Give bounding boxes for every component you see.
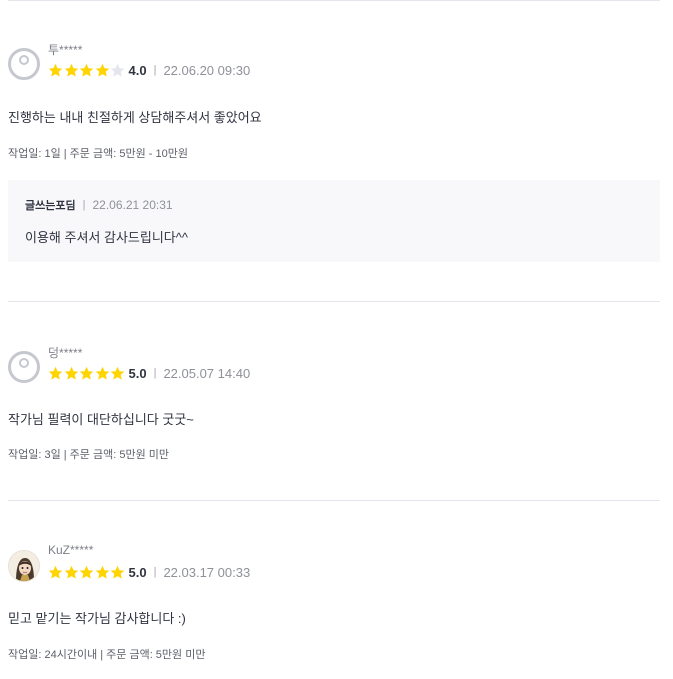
reviewer-nickname: 투***** (48, 43, 83, 57)
rating-score: 5.0 (128, 365, 147, 381)
star-icon (79, 565, 94, 580)
star-icon (79, 366, 94, 381)
review-work-detail: 작업일: 24시간이내 | 주문 금액: 5만원 미만 (8, 649, 206, 661)
meta-separator: | (82, 199, 86, 211)
meta-separator: | (153, 367, 157, 379)
reviewer-nickname: KuZ***** (48, 543, 94, 557)
star-icon (48, 366, 63, 381)
star-icon (64, 63, 79, 78)
star-icon (95, 565, 110, 580)
star-icon (64, 366, 79, 381)
review-content: 믿고 맡기는 작가님 감사합니다 :) (8, 611, 186, 626)
star-icon (95, 366, 110, 381)
star-icon (79, 63, 94, 78)
rating-stars (48, 366, 126, 381)
top-divider (8, 0, 660, 1)
review-divider (8, 500, 660, 501)
rating-score: 4.0 (128, 62, 147, 78)
review-content: 작가님 필력이 대단하십니다 굿굿~ (8, 412, 194, 427)
star-icon (48, 63, 63, 78)
meta-separator: | (153, 64, 157, 76)
review-content: 진행하는 내내 친절하게 상담해주셔서 좋았어요 (8, 110, 262, 125)
review-meta: 5.0 | 22.05.07 14:40 (48, 364, 250, 382)
star-icon (64, 565, 79, 580)
review-meta: 5.0 | 22.03.17 00:33 (48, 563, 250, 581)
review-date: 22.03.17 00:33 (163, 564, 251, 580)
star-icon (110, 565, 125, 580)
review-divider (8, 301, 660, 302)
review-work-detail: 작업일: 1일 | 주문 금액: 5만원 - 10만원 (8, 148, 188, 160)
default-avatar-icon[interactable] (8, 48, 40, 80)
meta-separator: | (153, 566, 157, 578)
seller-reply: 글쓰는포딤 | 22.06.21 20:31 이용해 주셔서 감사드립니다^^ (8, 180, 660, 262)
reply-text: 이용해 주셔서 감사드립니다^^ (25, 230, 188, 245)
review-meta: 4.0 | 22.06.20 09:30 (48, 61, 250, 79)
review-date: 22.05.07 14:40 (163, 365, 251, 381)
reply-author: 글쓰는포딤 (25, 200, 76, 212)
reviewer-nickname: 덩***** (48, 346, 83, 360)
rating-stars (48, 63, 126, 78)
user-photo-avatar[interactable] (8, 550, 40, 582)
default-avatar-icon[interactable] (8, 351, 40, 383)
rating-score: 5.0 (128, 564, 147, 580)
reply-date: 22.06.21 20:31 (92, 198, 173, 212)
star-icon (95, 63, 110, 78)
review-work-detail: 작업일: 3일 | 주문 금액: 5만원 미만 (8, 449, 169, 461)
rating-stars (48, 565, 126, 580)
reply-header: 글쓰는포딤 | 22.06.21 20:31 (25, 197, 173, 213)
star-icon (48, 565, 63, 580)
star-icon (110, 366, 125, 381)
review-date: 22.06.20 09:30 (163, 62, 251, 78)
user-photo-icon (9, 551, 39, 581)
star-icon (110, 63, 125, 78)
